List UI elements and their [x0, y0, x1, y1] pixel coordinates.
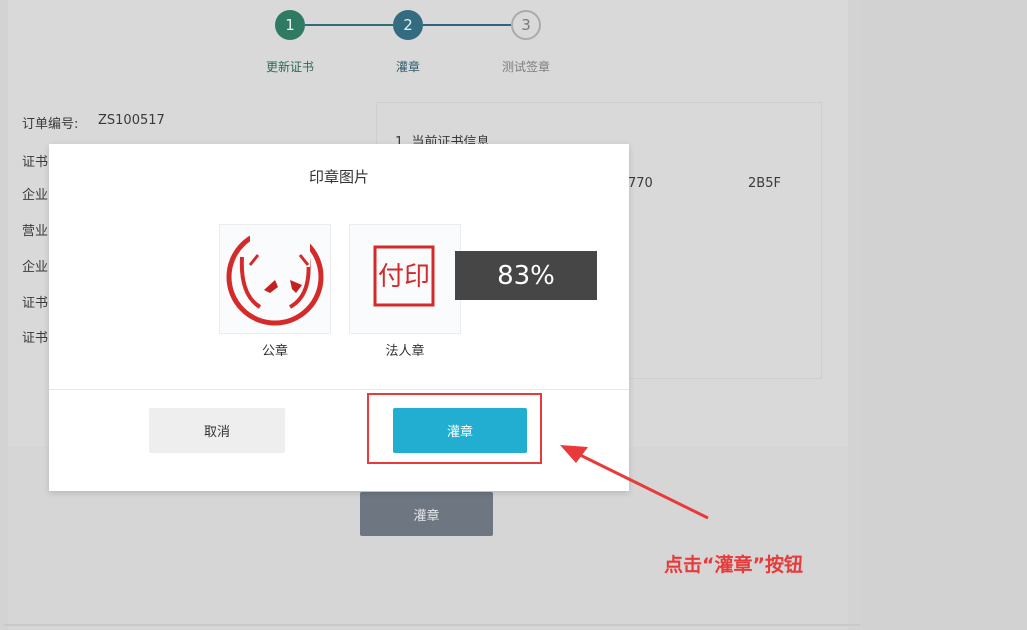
right-margin [862, 0, 1027, 630]
info-label-cert: 证书 [22, 155, 49, 170]
legal-seal-card: 付印 [349, 224, 461, 334]
info-label-company: 企业 [22, 188, 49, 203]
info-label-business: 营业 [22, 224, 49, 239]
step-2-label: 灌章 [395, 60, 420, 74]
step-3-circle: 3 [511, 10, 541, 40]
step-3-label: 测试签章 [501, 60, 550, 74]
legal-seal-caption: 法人章 [385, 344, 425, 359]
cert-hex-left: 770 [628, 176, 653, 191]
progress-overlay: 83% [455, 251, 597, 300]
info-label-cert-3: 证书 [22, 331, 49, 346]
bottom-divider [4, 624, 860, 626]
info-label-cert-2: 证书 [22, 296, 49, 311]
step-1-circle: 1 [275, 10, 305, 40]
step-2-circle: 2 [393, 10, 423, 40]
cert-hex-right: 2B5F [748, 176, 781, 191]
company-seal-card [219, 224, 331, 334]
step-connector-2 [423, 24, 511, 26]
legal-seal-icon: 付印 [373, 245, 435, 307]
order-number-label: 订单编号: [22, 117, 79, 132]
background-apply-button[interactable]: 灌章 [360, 492, 493, 536]
legal-seal-text: 付印 [378, 262, 430, 292]
modal-divider [49, 389, 629, 390]
annotation-arrow-icon [560, 445, 709, 520]
step-connector-1 [305, 24, 393, 26]
cancel-button[interactable]: 取消 [149, 408, 285, 453]
info-label-company-2: 企业 [22, 260, 49, 275]
order-number-value: ZS100517 [98, 113, 165, 128]
modal-title: 印章图片 [308, 168, 369, 186]
step-1-label: 更新证书 [265, 60, 314, 74]
highlight-box [367, 393, 542, 464]
company-seal-caption: 公章 [261, 344, 288, 359]
company-seal-icon [226, 227, 324, 326]
annotation-text: 点击“灌章”按钮 [664, 554, 803, 576]
